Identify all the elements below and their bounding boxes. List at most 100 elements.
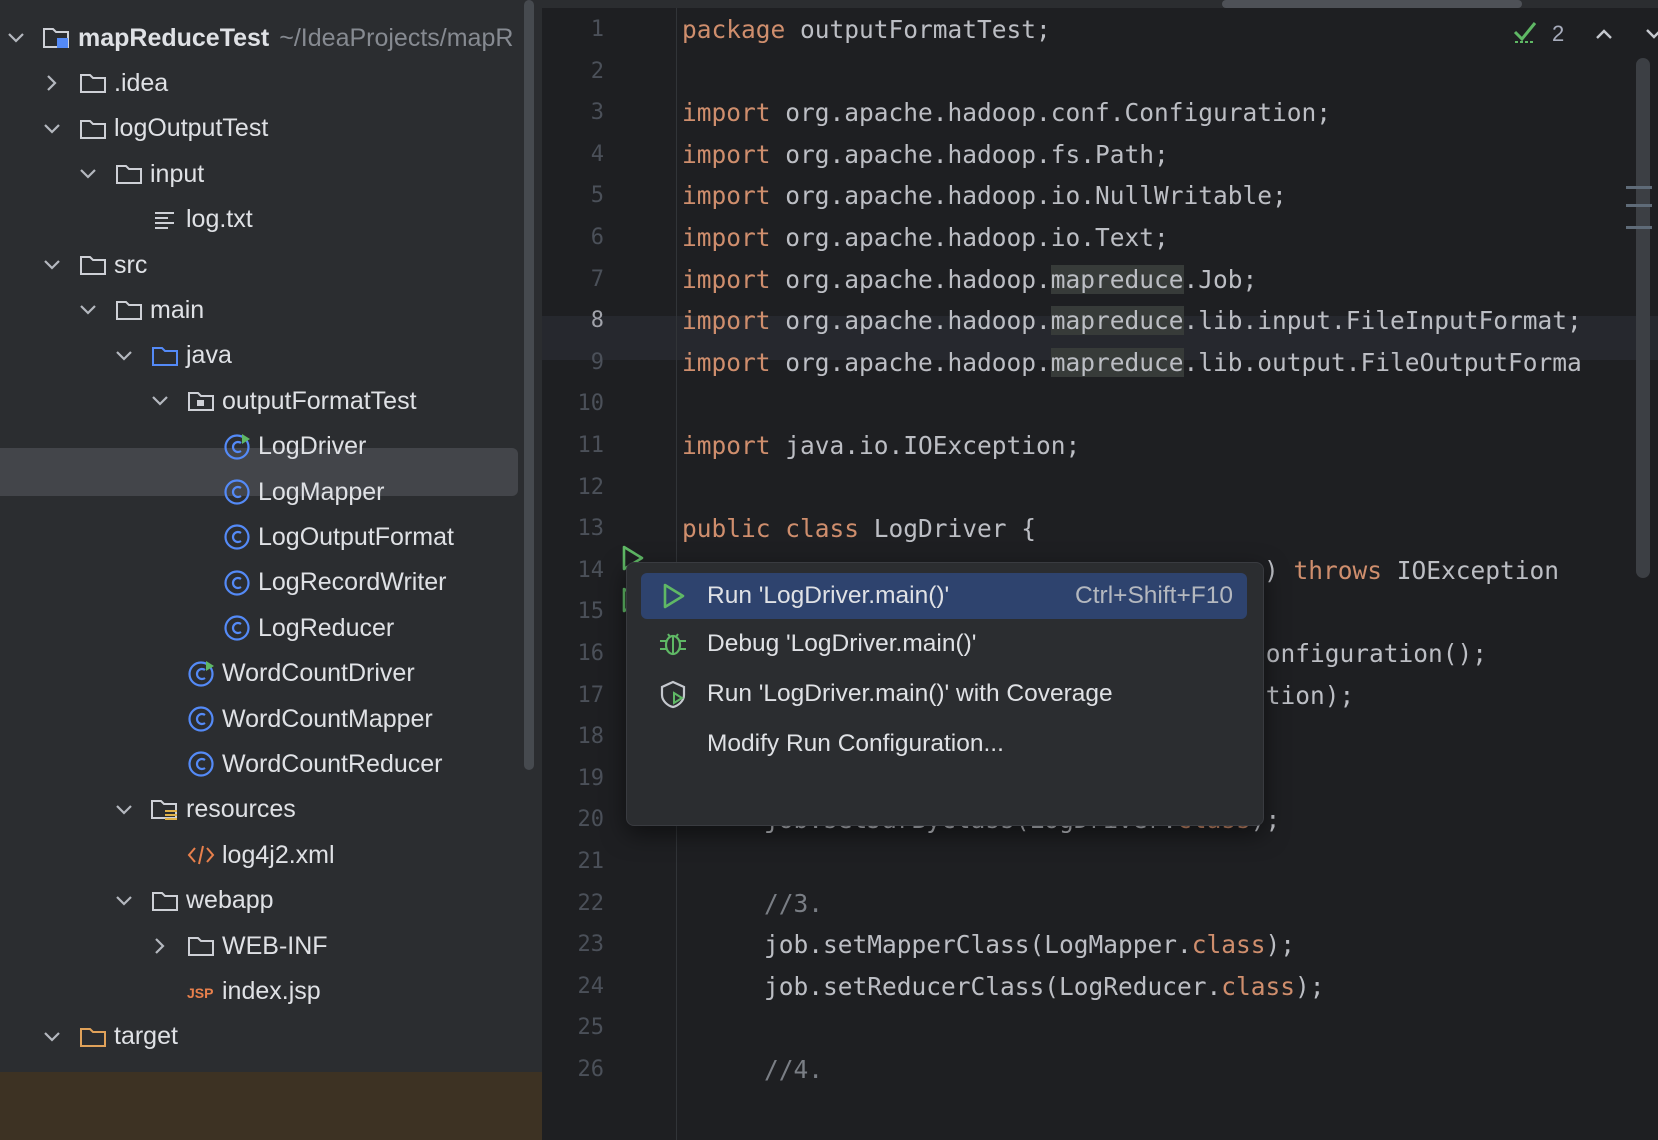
tree-item-web-inf[interactable]: WEB-INF <box>0 922 542 970</box>
chevron-right-icon[interactable] <box>148 934 172 958</box>
line-number[interactable]: 4 <box>542 133 604 177</box>
line-number[interactable]: 14 <box>542 549 605 593</box>
line-number[interactable]: 23 <box>542 923 605 967</box>
tree-item-label: input <box>150 159 205 188</box>
tree-item-wordcountdriver[interactable]: WordCountDriver <box>0 650 542 698</box>
line-number[interactable]: 5 <box>542 174 604 218</box>
code-line[interactable]: import org.apache.hadoop.mapreduce.lib.i… <box>682 299 1582 343</box>
tree-item-logdriver[interactable]: LogDriver <box>0 423 542 471</box>
keyboard-shortcut: Ctrl+Shift+F10 <box>1075 582 1233 609</box>
line-number[interactable]: 11 <box>542 424 605 468</box>
line-number[interactable]: 24 <box>542 965 605 1009</box>
line-number[interactable]: 25 <box>542 1006 605 1050</box>
line-number[interactable]: 13 <box>542 507 605 551</box>
tree-item-label: LogOutputFormat <box>258 522 454 551</box>
chevron-down-icon[interactable] <box>40 117 64 141</box>
code-line[interactable]: import org.apache.hadoop.mapreduce.Job; <box>682 258 1257 302</box>
tree-item-java[interactable]: java <box>0 332 542 380</box>
chevron-down-icon[interactable] <box>40 253 64 277</box>
line-number[interactable]: 16 <box>542 632 605 676</box>
line-number[interactable]: 2 <box>542 50 604 94</box>
tree-item-log-txt[interactable]: log.txt <box>0 196 542 244</box>
folder-icon <box>78 68 108 98</box>
excluded-folder-band <box>0 1072 542 1140</box>
chevron-down-icon[interactable] <box>1644 21 1658 47</box>
code-line[interactable]: import org.apache.hadoop.mapreduce.lib.o… <box>682 341 1582 385</box>
tree-item-target[interactable]: target <box>0 1013 542 1061</box>
modify-run-configuration-item[interactable]: Modify Run Configuration... <box>641 721 1247 767</box>
error-stripe-marker[interactable] <box>1626 186 1652 189</box>
tree-item-input[interactable]: input <box>0 150 542 198</box>
tree-item-logmapper[interactable]: LogMapper <box>0 468 542 516</box>
code-line[interactable]: import org.apache.hadoop.fs.Path; <box>682 133 1169 177</box>
chevron-down-icon[interactable] <box>4 26 28 50</box>
line-number[interactable]: 3 <box>542 91 604 135</box>
tree-item-wordcountmapper[interactable]: WordCountMapper <box>0 695 542 743</box>
tree-item-main[interactable]: main <box>0 286 542 334</box>
code-line[interactable]: import org.apache.hadoop.conf.Configurat… <box>682 91 1331 135</box>
popup-item-label: Debug 'LogDriver.main()' <box>707 630 977 657</box>
tree-item-index-jsp[interactable]: JSP index.jsp <box>0 967 542 1015</box>
line-number[interactable]: 1 <box>542 8 604 52</box>
line-number[interactable]: 26 <box>542 1048 605 1092</box>
code-line[interactable]: package outputFormatTest; <box>682 8 1051 52</box>
code-line[interactable]: job.setMapperClass(LogMapper.class); <box>764 923 1295 967</box>
tree-item-wordcountreducer[interactable]: WordCountReducer <box>0 740 542 788</box>
chevron-right-icon[interactable] <box>40 71 64 95</box>
run-main-item[interactable]: Run 'LogDriver.main()' Ctrl+Shift+F10 <box>641 573 1247 619</box>
code-line[interactable]: import java.io.IOException; <box>682 424 1080 468</box>
line-number[interactable]: 7 <box>542 258 604 302</box>
tree-item-logoutputtest[interactable]: logOutputTest <box>0 105 542 153</box>
tree-item-resources[interactable]: resources <box>0 786 542 834</box>
code-line[interactable]: public class LogDriver { <box>682 507 1036 551</box>
line-number[interactable]: 8 <box>542 299 604 343</box>
line-number[interactable]: 20 <box>542 798 605 842</box>
tree-item-logreducer[interactable]: LogReducer <box>0 604 542 652</box>
line-number[interactable]: 22 <box>542 882 605 926</box>
line-number[interactable]: 12 <box>542 466 605 510</box>
tree-item-label: .idea <box>114 68 169 97</box>
error-stripe-marker[interactable] <box>1626 226 1652 229</box>
line-number[interactable]: 17 <box>542 674 605 718</box>
line-number[interactable]: 6 <box>542 216 604 260</box>
run-with-coverage-item[interactable]: Run 'LogDriver.main()' with Coverage <box>641 671 1247 717</box>
chevron-down-icon[interactable] <box>40 1025 64 1049</box>
line-number[interactable]: 21 <box>542 840 605 884</box>
tree-item-src[interactable]: src <box>0 241 542 289</box>
chevron-down-icon[interactable] <box>76 298 100 322</box>
tree-item-webapp[interactable]: webapp <box>0 877 542 925</box>
line-number[interactable]: 10 <box>542 382 605 426</box>
code-line[interactable]: //3. <box>764 882 823 926</box>
chevron-down-icon[interactable] <box>76 162 100 186</box>
line-number[interactable]: 15 <box>542 590 605 634</box>
folder-icon <box>78 250 108 280</box>
line-number[interactable]: 18 <box>542 715 605 759</box>
chevron-down-icon[interactable] <box>148 389 172 413</box>
tree-item-logrecordwriter[interactable]: LogRecordWriter <box>0 559 542 607</box>
tree-item-mapreducetest[interactable]: mapReduceTest ~/IdeaProjects/mapR <box>0 14 542 62</box>
code-line[interactable]: job.setReducerClass(LogReducer.class); <box>764 965 1325 1009</box>
inspection-widget[interactable]: 2 <box>1512 18 1658 50</box>
chevron-down-icon[interactable] <box>112 889 136 913</box>
editor-horizontal-scrollbar[interactable] <box>542 0 1658 8</box>
debug-main-item[interactable]: Debug 'LogDriver.main()' <box>641 621 1247 667</box>
editor-vertical-scrollbar[interactable] <box>1636 58 1650 578</box>
code-line[interactable]: import org.apache.hadoop.io.NullWritable… <box>682 174 1287 218</box>
tree-item-idea[interactable]: .idea <box>0 59 542 107</box>
chevron-up-icon[interactable] <box>1594 21 1614 47</box>
error-stripe-marker[interactable] <box>1626 204 1652 207</box>
chevron-down-icon[interactable] <box>112 798 136 822</box>
line-number[interactable]: 19 <box>542 757 605 801</box>
line-number[interactable]: 9 <box>542 341 604 385</box>
tree-item-logoutputformat[interactable]: LogOutputFormat <box>0 513 542 561</box>
chevron-down-icon[interactable] <box>112 344 136 368</box>
code-line[interactable]: //4. <box>764 1048 823 1092</box>
tree-item-log4j2-xml[interactable]: log4j2.xml <box>0 831 542 879</box>
tree-item-outputformattest[interactable]: outputFormatTest <box>0 377 542 425</box>
code-line[interactable]: import org.apache.hadoop.io.Text; <box>682 216 1169 260</box>
scroll-thumb[interactable] <box>1222 0 1522 8</box>
tree-item-label: main <box>150 295 205 324</box>
